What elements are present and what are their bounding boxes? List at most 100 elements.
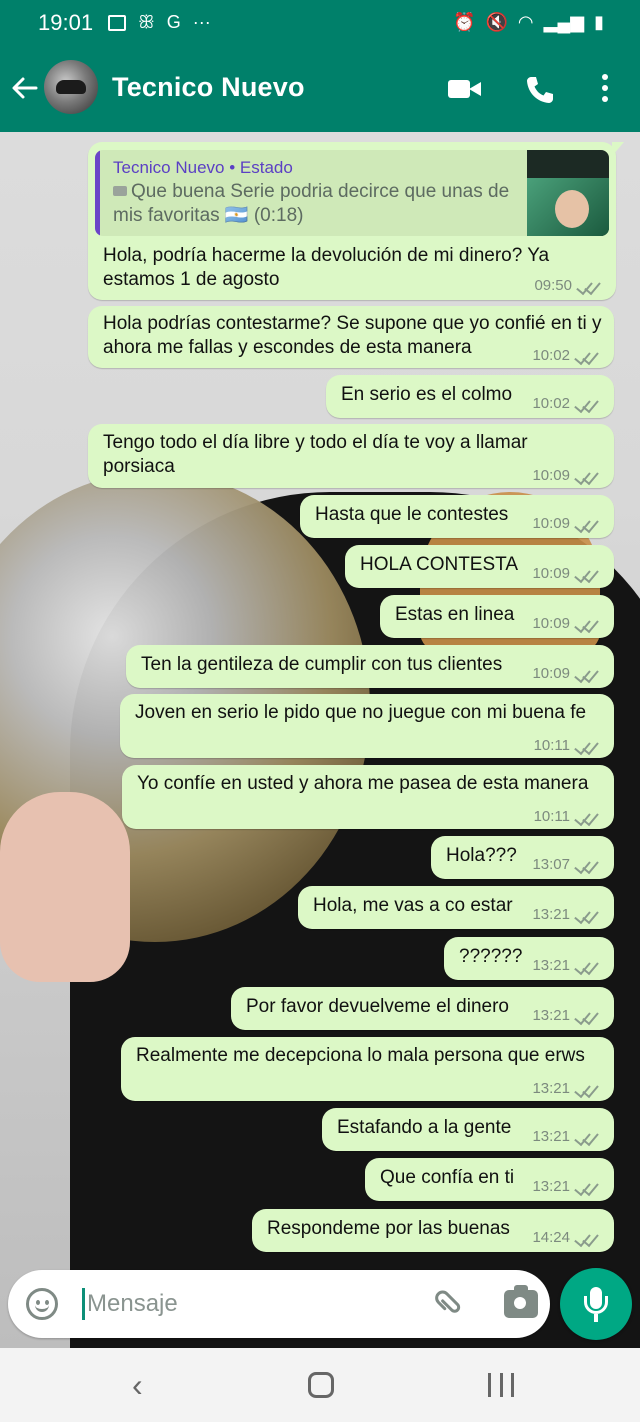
message-bubble[interactable]: Tecnico Nuevo • Estado Que buena Serie p… bbox=[88, 142, 624, 300]
message-text: Por favor devuelveme el dinero bbox=[246, 996, 509, 1017]
message-meta: 13:21 bbox=[532, 1125, 600, 1149]
message-bubble[interactable]: Por favor devuelveme el dinero 13:21 bbox=[231, 987, 614, 1030]
message-text: ?????? bbox=[459, 946, 523, 967]
message-text: Yo confíe en usted y ahora me pasea de e… bbox=[137, 773, 589, 794]
double-check-icon bbox=[574, 1009, 600, 1023]
message-meta: 13:21 bbox=[532, 1077, 600, 1101]
double-check-icon bbox=[574, 567, 600, 581]
message-bubble[interactable]: Hola podrías contestarme? Se supone que … bbox=[88, 306, 614, 368]
double-check-icon bbox=[574, 517, 600, 531]
message-bubble[interactable]: Joven en serio le pido que no juegue con… bbox=[120, 694, 614, 758]
double-check-icon bbox=[574, 1082, 600, 1096]
camera-icon[interactable] bbox=[504, 1285, 538, 1318]
message-meta: 10:09 bbox=[532, 464, 600, 488]
message-bubble[interactable]: Respondeme por las buenas 14:24 bbox=[252, 1209, 614, 1252]
message-bubble[interactable]: Que confía en ti 13:21 bbox=[365, 1158, 614, 1201]
double-check-icon bbox=[574, 810, 600, 824]
double-check-icon bbox=[574, 469, 600, 483]
image-icon bbox=[108, 14, 126, 31]
message-bubble[interactable]: En serio es el colmo 10:02 bbox=[326, 375, 614, 418]
text-cursor bbox=[82, 1288, 85, 1320]
fingerprint-icon: ꕥ bbox=[138, 12, 155, 32]
message-meta: 10:09 bbox=[532, 562, 600, 586]
message-bubble[interactable]: Hola, me vas a co estar 13:21 bbox=[298, 886, 614, 929]
message-text: Hasta que le contestes bbox=[315, 504, 509, 525]
message-meta: 09:50 bbox=[534, 274, 602, 298]
message-text: Joven en serio le pido que no juegue con… bbox=[135, 702, 587, 723]
message-meta: 13:21 bbox=[532, 1004, 600, 1028]
message-bubble[interactable]: Estas en linea 10:09 bbox=[380, 595, 614, 638]
message-bubble[interactable]: Yo confíe en usted y ahora me pasea de e… bbox=[122, 765, 614, 829]
status-bar: 19:01 ꕥ G ··· ⏰ 🔇 ◠ ▂▄▆ ▮ bbox=[0, 0, 640, 46]
quote-author: Tecnico Nuevo • Estado bbox=[113, 158, 293, 177]
arrow-left-icon bbox=[12, 77, 38, 99]
message-bubble[interactable]: ?????? 13:21 bbox=[444, 937, 614, 980]
message-composer bbox=[8, 1270, 550, 1338]
message-meta: 13:21 bbox=[532, 954, 600, 978]
message-text: Realmente me decepciona lo mala persona … bbox=[136, 1045, 585, 1066]
mute-icon: 🔇 bbox=[485, 12, 508, 32]
quote-text: Que buena Serie podria decirce que unas … bbox=[113, 181, 510, 226]
more-options-button[interactable] bbox=[598, 74, 612, 106]
voice-call-button[interactable] bbox=[524, 74, 556, 106]
message-meta: 10:11 bbox=[534, 734, 600, 758]
message-meta: 10:11 bbox=[534, 805, 600, 829]
message-bubble[interactable]: Tengo todo el día libre y todo el día te… bbox=[88, 424, 614, 488]
message-bubble[interactable]: Estafando a la gente 13:21 bbox=[322, 1108, 614, 1151]
message-text: Hola, me vas a co estar bbox=[313, 895, 513, 916]
status-right-icons: ⏰ 🔇 ◠ ▂▄▆ ▮ bbox=[453, 12, 604, 33]
message-bubble[interactable]: Realmente me decepciona lo mala persona … bbox=[121, 1037, 614, 1101]
nav-home-icon[interactable] bbox=[308, 1372, 334, 1398]
message-meta: 10:02 bbox=[532, 344, 600, 368]
nav-back-icon[interactable]: ‹ bbox=[132, 1369, 150, 1401]
quoted-status[interactable]: Tecnico Nuevo • Estado Que buena Serie p… bbox=[95, 150, 609, 236]
message-meta: 13:07 bbox=[532, 853, 600, 877]
status-thumbnail bbox=[527, 150, 609, 236]
message-bubble[interactable]: Hola??? 13:07 bbox=[431, 836, 614, 879]
chat-header: Tecnico Nuevo bbox=[0, 46, 640, 132]
double-check-icon bbox=[574, 858, 600, 872]
double-check-icon bbox=[574, 908, 600, 922]
message-text: Ten la gentileza de cumplir con tus clie… bbox=[141, 654, 503, 675]
battery-charging-icon: ▮ bbox=[594, 12, 604, 32]
message-text: Hola, podría hacerme la devolución de mi… bbox=[103, 245, 550, 290]
paperclip-icon[interactable] bbox=[425, 1279, 473, 1327]
emoji-icon[interactable] bbox=[26, 1288, 58, 1320]
google-icon: G bbox=[166, 12, 181, 32]
system-nav-bar: ‹ bbox=[0, 1348, 640, 1422]
avatar[interactable] bbox=[44, 60, 98, 114]
double-check-icon bbox=[574, 1130, 600, 1144]
double-check-icon bbox=[576, 279, 602, 293]
video-call-icon bbox=[448, 80, 470, 98]
message-meta: 14:24 bbox=[532, 1226, 600, 1250]
attach-glyph bbox=[435, 1290, 461, 1313]
double-check-icon bbox=[574, 349, 600, 363]
double-check-icon bbox=[574, 1231, 600, 1245]
message-meta: 13:21 bbox=[532, 903, 600, 927]
video-call-button[interactable] bbox=[448, 78, 482, 100]
wifi-icon: ◠ bbox=[517, 12, 534, 32]
microphone-button[interactable] bbox=[560, 1268, 632, 1340]
message-text: Hola??? bbox=[446, 845, 517, 866]
alarm-icon: ⏰ bbox=[453, 12, 476, 32]
message-bubble[interactable]: HOLA CONTESTA 10:09 bbox=[345, 545, 614, 588]
contact-name[interactable]: Tecnico Nuevo bbox=[112, 72, 305, 103]
video-icon bbox=[113, 186, 127, 196]
double-check-icon bbox=[574, 1180, 600, 1194]
message-bubble[interactable]: Ten la gentileza de cumplir con tus clie… bbox=[126, 645, 614, 688]
back-button[interactable] bbox=[10, 72, 40, 104]
message-text: En serio es el colmo bbox=[341, 384, 513, 405]
double-check-icon bbox=[574, 739, 600, 753]
more-icon: ··· bbox=[192, 12, 211, 32]
message-text: HOLA CONTESTA bbox=[360, 554, 519, 575]
message-input[interactable] bbox=[87, 1284, 407, 1324]
message-text: Hola podrías contestarme? Se supone que … bbox=[103, 313, 602, 358]
status-time: 19:01 bbox=[38, 10, 94, 35]
message-meta: 10:02 bbox=[532, 392, 600, 416]
message-text: Estafando a la gente bbox=[337, 1117, 512, 1138]
double-check-icon bbox=[574, 397, 600, 411]
nav-recents-icon[interactable] bbox=[488, 1373, 514, 1397]
message-bubble[interactable]: Hasta que le contestes 10:09 bbox=[300, 495, 614, 538]
message-text: Tengo todo el día libre y todo el día te… bbox=[103, 432, 528, 477]
double-check-icon bbox=[574, 667, 600, 681]
